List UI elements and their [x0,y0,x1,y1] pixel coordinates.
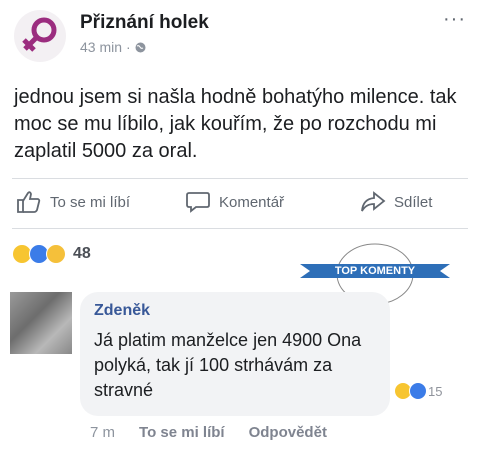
globe-icon [135,42,146,52]
like-icon [409,382,427,400]
divider [12,228,468,229]
like-button[interactable]: To se mi líbí [16,190,130,214]
reaction-count: 48 [73,245,91,262]
reaction-summary[interactable]: 48 [12,244,91,264]
page-name[interactable]: Přiznání holek [80,12,209,34]
divider [12,178,468,179]
female-symbol-icon [22,17,57,52]
comment-reply-link[interactable]: Odpovědět [249,424,327,441]
comment-button[interactable]: Komentář [185,190,284,214]
commenter-name[interactable]: Zdeněk [94,302,150,320]
commenter-avatar[interactable] [10,292,72,354]
thumbs-up-icon [17,191,41,213]
post-time[interactable]: 43 min [80,39,122,55]
share-button[interactable]: Sdílet [360,190,432,214]
post-actions: To se mi líbí Komentář Sdílet [0,182,480,222]
comment-time[interactable]: 7 m [90,424,115,441]
comment-reactions[interactable]: 15 [390,380,447,402]
sad-icon [46,244,66,264]
share-label: Sdílet [394,193,433,211]
comment-text: Já platim manželce jen 4900 Ona polyká, … [94,330,362,400]
meta-separator: · [126,39,131,55]
post-meta: 43 min · [80,39,146,55]
comment-icon [186,192,210,213]
comment-reaction-count: 15 [428,383,443,399]
top-comments-label: TOP KOMENTY [334,265,416,277]
more-options-icon[interactable]: ··· [443,8,466,31]
share-icon [361,191,386,212]
comment-bubble: Zdeněk Já platim manželce jen 4900 Ona p… [80,292,390,416]
post-header: Přiznání holek 43 min · ··· [14,8,466,64]
like-label: To se mi líbí [50,193,131,211]
comment-like-link[interactable]: To se mi líbí [139,424,225,441]
page-avatar[interactable] [14,10,66,62]
comment-label: Komentář [219,193,285,211]
post-text: jednou jsem si našla hodně bohatýho mile… [14,86,457,162]
comment-footer: 7 m To se mi líbí Odpovědět [90,424,327,441]
